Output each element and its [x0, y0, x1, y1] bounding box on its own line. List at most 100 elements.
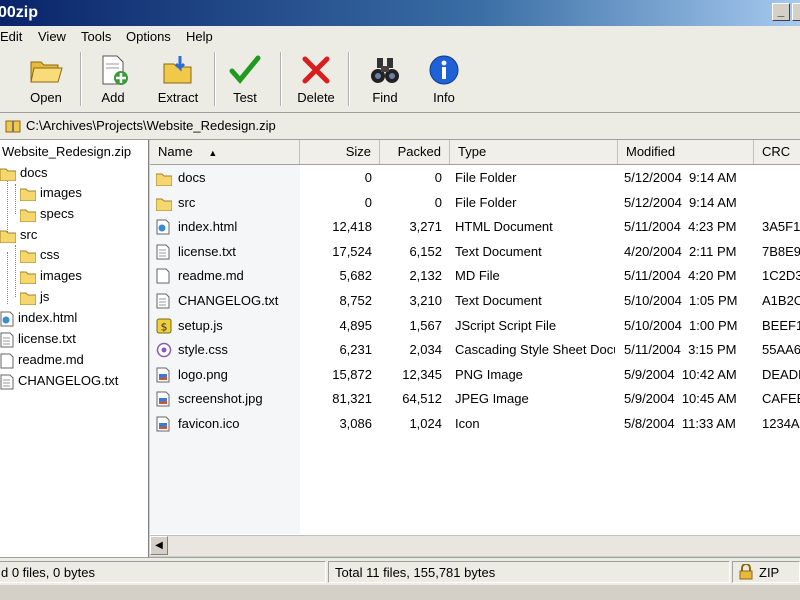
zip-archive-icon [5, 118, 21, 137]
add-icon [83, 52, 143, 88]
file-size: 3,086 [339, 416, 372, 431]
tree-item-changelog[interactable]: CHANGELOG.txt [0, 371, 118, 391]
toolbar-separator [80, 52, 82, 106]
open-button[interactable]: Open [16, 50, 76, 108]
file-row[interactable]: readme.md 5,682 2,132 MD File 5/11/2004 4:20… [150, 264, 800, 288]
tree-item-readme[interactable]: readme.md [0, 350, 84, 370]
file-type: Icon [455, 416, 480, 431]
column-packed[interactable]: Packed [380, 140, 450, 164]
file-modified: 5/12/2004 9:14 AM [624, 194, 737, 210]
test-button[interactable]: Test [215, 50, 275, 108]
file-modified: 5/11/2004 4:23 PM [624, 219, 737, 235]
file-name: docs [178, 170, 206, 185]
menu-view[interactable]: View [38, 29, 66, 44]
extract-icon [148, 52, 208, 88]
file-row[interactable]: $ setup.js 4,895 1,567 JScript Script File 5/… [150, 314, 800, 338]
file-type: PNG Image [455, 366, 523, 382]
address-bar[interactable]: C:\Archives\Projects\Website_Redesign.zi… [0, 113, 800, 140]
file-packed: 12,345 [402, 366, 442, 382]
extract-button[interactable]: Extract [148, 50, 208, 108]
toolbar: Open Add Extract Test Delete Find Info [0, 48, 800, 113]
file-size: 81,321 [332, 391, 372, 407]
tree-item-specs[interactable]: specs [19, 204, 74, 224]
html-file-icon [0, 311, 14, 327]
column-crc[interactable]: CRC [754, 140, 800, 164]
open-label: Open [30, 90, 62, 105]
tree-item-label: js [40, 289, 50, 304]
file-row[interactable]: docs 0 0 File Folder 5/12/2004 9:14 AM [150, 166, 800, 190]
file-row[interactable]: src 0 0 File Folder 5/12/2004 9:14 AM [150, 191, 800, 215]
window-bottom-border [0, 585, 800, 600]
window-title: 00zip [0, 4, 39, 21]
horizontal-scrollbar[interactable]: ◀ [150, 535, 800, 556]
file-packed: 6,152 [409, 243, 442, 259]
find-button[interactable]: Find [355, 50, 415, 108]
file-name: readme.md [178, 268, 244, 284]
file-name: logo.png [178, 366, 228, 382]
file-row[interactable]: license.txt 17,524 6,152 Text Document 4/20/… [150, 240, 800, 264]
scroll-left-arrow[interactable]: ◀ [150, 536, 168, 555]
file-list: Name ▲ Size Packed Type Modified CRC doc… [150, 140, 800, 555]
file-size: 6,231 [339, 342, 372, 358]
file-packed: 0 [434, 194, 442, 210]
maximize-button[interactable] [792, 3, 800, 21]
checkmark-icon [215, 52, 275, 88]
file-size: 8,752 [339, 293, 372, 308]
folder-open-icon [16, 52, 76, 88]
file-row[interactable]: index.html 12,418 3,271 HTML Document 5/11/2… [150, 215, 800, 239]
delete-button[interactable]: Delete [286, 50, 346, 108]
minimize-button[interactable]: _ [772, 3, 790, 21]
column-name-label: Name [158, 144, 193, 159]
menu-edit[interactable]: Edit [0, 29, 22, 44]
info-button[interactable]: Info [414, 50, 474, 108]
file-type: Text Document [455, 293, 542, 308]
file-row[interactable]: logo.png 15,872 12,345 PNG Image 5/9/2004 10… [150, 363, 800, 387]
tree-item-license[interactable]: license.txt [0, 329, 76, 349]
file-size: 0 [364, 194, 372, 210]
add-label: Add [101, 90, 125, 105]
file-crc: 55AA66 [762, 342, 800, 358]
file-type: File Folder [455, 170, 517, 185]
tree-item-css[interactable]: css [19, 245, 60, 265]
menu-options[interactable]: Options [126, 29, 171, 44]
column-size[interactable]: Size [300, 140, 380, 164]
file-type: JPEG Image [455, 391, 529, 407]
file-type: MD File [455, 268, 500, 284]
column-modified[interactable]: Modified [618, 140, 754, 164]
tree-item-docs[interactable]: docs [0, 163, 47, 183]
file-type: Cascading Style Sheet Document [455, 342, 615, 358]
file-row[interactable]: style.css 6,231 2,034 Cascading Style Sheet… [150, 338, 800, 362]
tree-item-label: images [40, 268, 82, 283]
image-file-icon [156, 416, 170, 440]
tree-item-images-src[interactable]: images [19, 266, 82, 286]
tree-item-label: CHANGELOG.txt [18, 373, 119, 388]
file-row[interactable]: screenshot.jpg 81,321 64,512 JPEG Image 5/9/… [150, 387, 800, 411]
column-name[interactable]: Name ▲ [150, 140, 300, 164]
test-label: Test [233, 90, 257, 105]
menu-help[interactable]: Help [186, 29, 213, 44]
file-type: Text Document [455, 243, 542, 259]
file-packed: 3,271 [409, 219, 442, 235]
find-label: Find [372, 90, 398, 105]
file-name: CHANGELOG.txt [178, 293, 279, 308]
tree-item-label: license.txt [18, 331, 76, 346]
tree-item-images[interactable]: images [19, 183, 82, 203]
folder-tree: Website_Redesign.zip docs images specs s… [0, 140, 149, 557]
file-row[interactable]: favicon.ico 3,086 1,024 Icon 5/8/2004 11:33 … [150, 412, 800, 436]
file-crc: DEADBE [762, 366, 800, 382]
tree-item-js[interactable]: js [19, 287, 50, 307]
delete-x-icon [286, 52, 346, 88]
info-label: Info [433, 90, 455, 105]
file-row[interactable]: CHANGELOG.txt 8,752 3,210 Text Document 5/10… [150, 289, 800, 313]
toolbar-separator [348, 52, 350, 106]
menu-tools[interactable]: Tools [81, 29, 111, 44]
tree-item-index-html[interactable]: index.html [0, 308, 77, 328]
column-type[interactable]: Type [450, 140, 618, 164]
tree-item-archive[interactable]: Website_Redesign.zip [2, 142, 131, 162]
file-type: HTML Document [455, 219, 553, 235]
title-bar: 00zip _ [0, 0, 800, 26]
folder-icon [19, 209, 37, 223]
tree-item-src[interactable]: src [0, 225, 37, 245]
file-packed: 1,024 [409, 416, 442, 431]
add-button[interactable]: Add [83, 50, 143, 108]
